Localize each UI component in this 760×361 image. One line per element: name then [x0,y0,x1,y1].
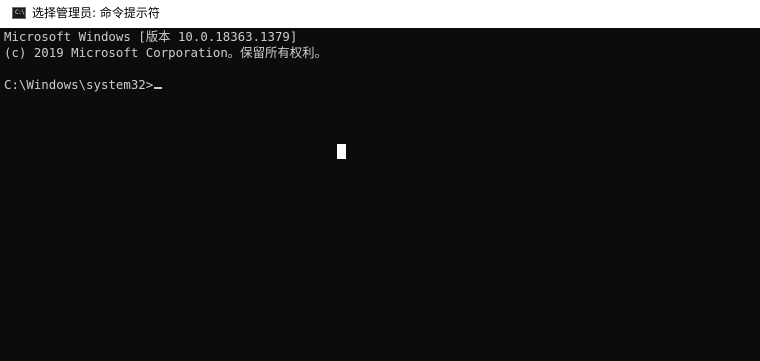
cmd-icon[interactable]: C:\ [12,7,26,19]
title-bar[interactable]: C:\ 选择管理员: 命令提示符 [0,0,760,28]
prompt-path: C:\Windows\system32> [4,77,154,92]
console-output[interactable]: Microsoft Windows [版本 10.0.18363.1379] (… [2,28,758,361]
cmd-window: C:\ 选择管理员: 命令提示符 Microsoft Windows [版本 1… [0,0,760,361]
console-line: (c) 2019 Microsoft Corporation。保留所有权利。 [4,45,327,60]
cmd-icon-glyph: C:\ [15,9,25,16]
window-title: 选择管理员: 命令提示符 [32,6,160,20]
command-prompt-line[interactable]: C:\Windows\system32> [4,77,163,93]
console-line: Microsoft Windows [版本 10.0.18363.1379] [4,29,298,44]
text-cursor [154,87,163,89]
mouse-cursor-icon [337,144,346,159]
